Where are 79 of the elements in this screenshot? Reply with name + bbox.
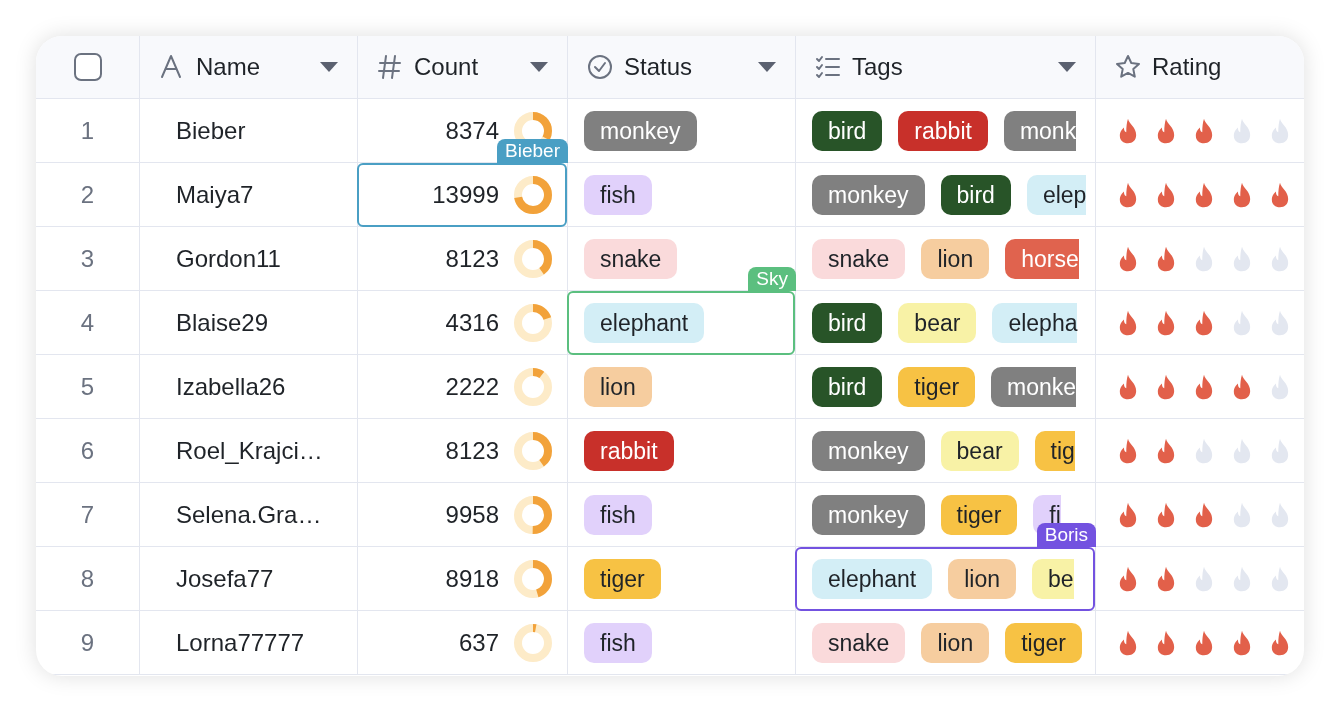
row-number: 4	[36, 291, 140, 355]
checklist-icon	[814, 53, 842, 81]
column-header[interactable]: Rating	[1096, 36, 1304, 99]
tag-chip: monke	[991, 366, 1077, 407]
row-number: 6	[36, 419, 140, 483]
column-header[interactable]: Tags	[796, 36, 1096, 99]
collaborator-label: Boris	[1036, 523, 1096, 547]
caret-icon[interactable]	[529, 61, 549, 73]
tag-chip: monkey	[584, 110, 697, 151]
tag-chip: bear	[898, 302, 977, 343]
tag-chip: monkey	[812, 494, 925, 535]
hash-icon	[376, 53, 404, 81]
row-number: 2	[36, 163, 140, 227]
name-text: Izabella26	[176, 372, 286, 401]
tag-chip: tiger	[584, 558, 661, 599]
tag-chip: lion	[584, 366, 652, 407]
count-value: 8374	[445, 116, 499, 145]
row-number: 9	[36, 611, 140, 675]
count-value: 8123	[445, 244, 499, 273]
row-number: 8	[36, 547, 140, 611]
name-text: Maiya7	[176, 180, 254, 209]
row-number: 3	[36, 227, 140, 291]
row-number: 1	[36, 99, 140, 163]
tag-chip: rabbit	[898, 110, 988, 151]
name-text: Selena.Gra…	[176, 500, 322, 529]
tag-chip: bird	[812, 302, 883, 343]
tag-chip: monkey	[812, 430, 925, 471]
tag-chip: bird	[940, 174, 1011, 215]
tag-chip: fish	[584, 494, 652, 535]
column-header[interactable]: Status	[568, 36, 796, 99]
tag-chip: snake	[812, 238, 906, 279]
name-text: Bieber	[176, 116, 246, 145]
tag-chip: bear	[940, 430, 1019, 471]
select-all-checkbox[interactable]	[73, 53, 102, 81]
name-text: Lorna77777	[176, 628, 305, 657]
tag-chip: elephant	[812, 558, 933, 599]
count-value: 637	[458, 628, 499, 657]
row-number: 5	[36, 355, 140, 419]
caret-icon[interactable]	[319, 61, 339, 73]
tag-chip: elephant	[584, 302, 705, 343]
tag-chip: tig	[1034, 430, 1075, 471]
tag-chip: tiger	[1005, 622, 1082, 663]
tag-chip: lion	[948, 558, 1017, 599]
column-header[interactable]: Count	[358, 36, 568, 99]
tag-chip: rabbit	[584, 430, 674, 471]
tag-chip: bird	[812, 366, 883, 407]
tag-chip: lion	[921, 238, 990, 279]
tag-chip: be	[1032, 558, 1074, 599]
caret-icon[interactable]	[1057, 61, 1077, 73]
caret-icon[interactable]	[757, 61, 777, 73]
tag-chip: horse	[1005, 238, 1079, 279]
tag-chip: elep	[1026, 174, 1087, 215]
tag-chip: tiger	[940, 494, 1018, 535]
count-value: 8918	[445, 564, 499, 593]
collaborator-label: Sky	[748, 267, 796, 291]
name-text: Gordon11	[176, 244, 281, 273]
name-text: Blaise29	[176, 308, 269, 337]
count-value: 2222	[445, 372, 499, 401]
count-value: 13999	[432, 180, 499, 209]
tag-chip: fish	[584, 174, 652, 215]
tag-chip: lion	[921, 622, 990, 663]
tag-chip: fish	[584, 622, 652, 663]
name-text: Josefa77	[176, 564, 274, 593]
tag-chip: elepha	[992, 302, 1078, 343]
tag-chip: bird	[812, 110, 883, 151]
tag-chip: tiger	[898, 366, 976, 407]
count-value: 9958	[445, 500, 499, 529]
row-number: 7	[36, 483, 140, 547]
check-circle-icon	[586, 53, 614, 81]
count-value: 8123	[445, 436, 499, 465]
tag-chip: monkey	[812, 174, 925, 215]
tag-chip: snake	[812, 622, 906, 663]
name-text: Roel_Krajci…	[176, 436, 323, 465]
tag-chip: monk	[1003, 110, 1077, 151]
count-value: 4316	[445, 308, 499, 337]
tag-chip: snake	[584, 238, 678, 279]
star-icon	[1114, 53, 1142, 81]
column-header[interactable]: Name	[140, 36, 358, 99]
collaborator-label: Bieber	[497, 139, 568, 163]
